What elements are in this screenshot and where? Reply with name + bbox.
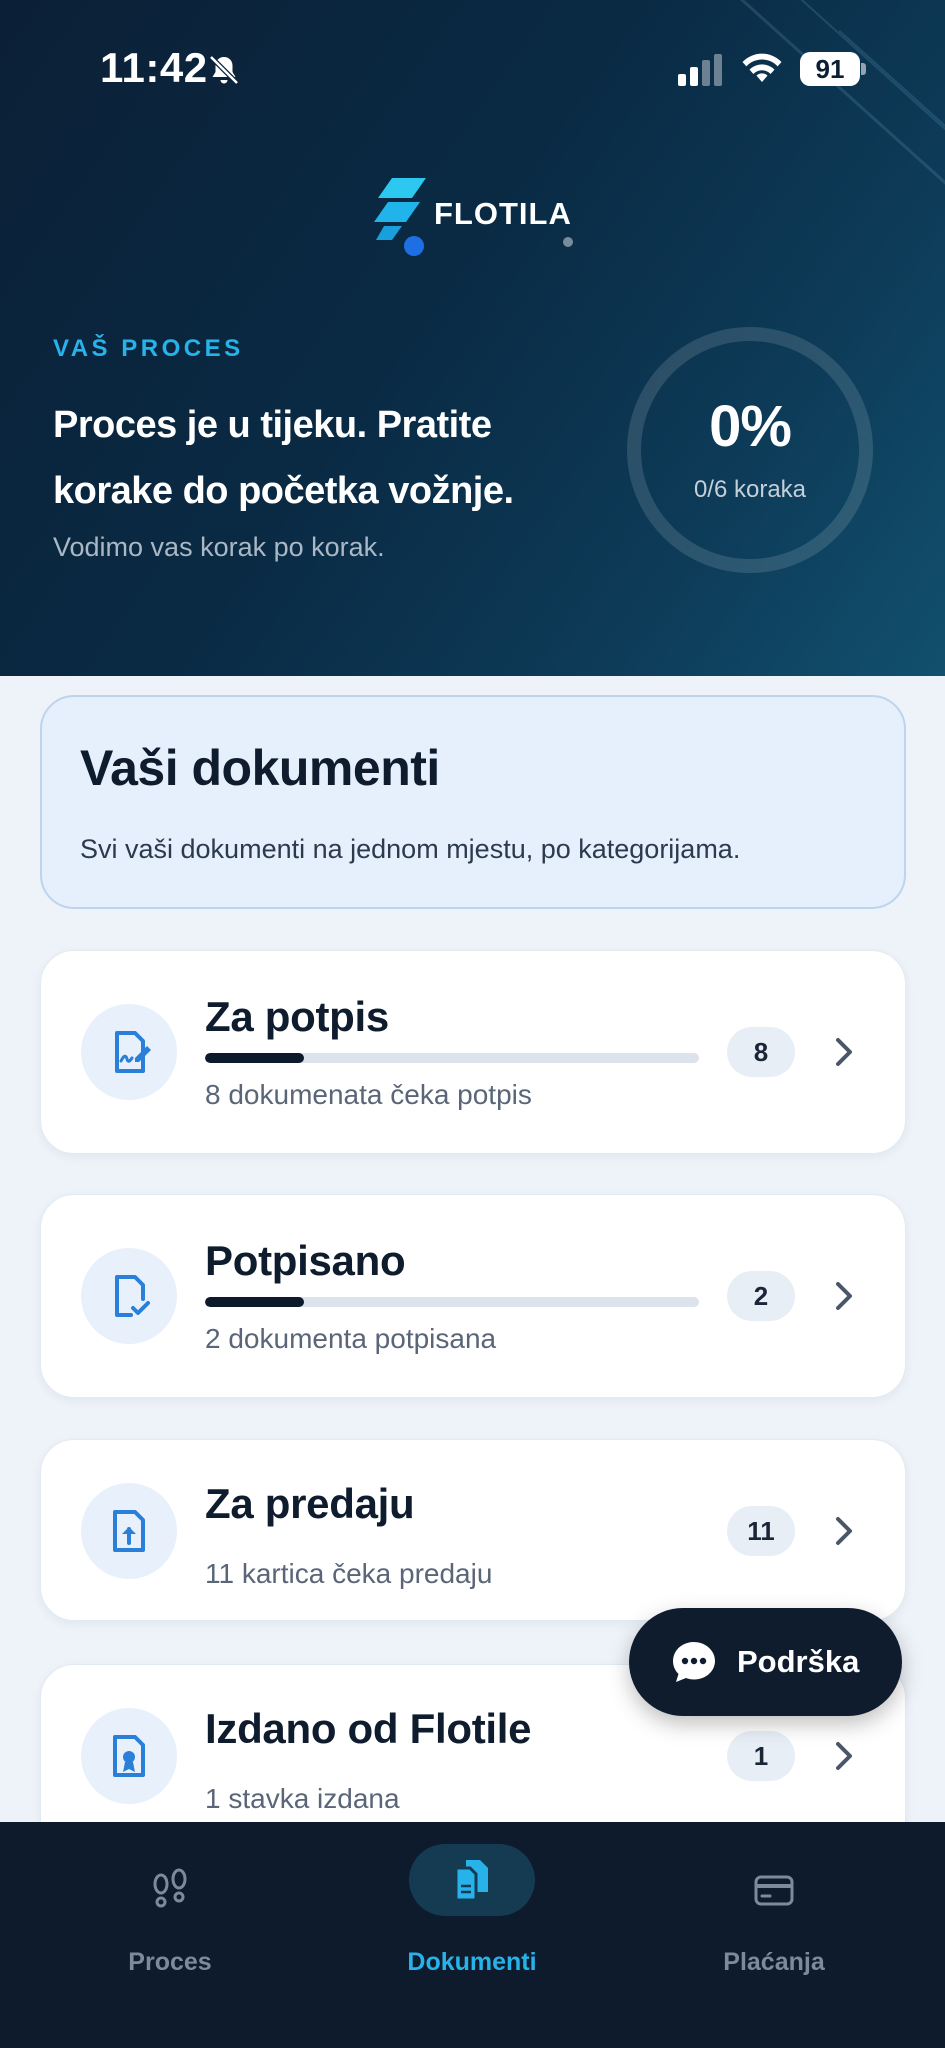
category-icon-circle <box>81 1483 177 1579</box>
documents-subtitle: Svi vaši dokumenti na jednom mjestu, po … <box>80 834 741 864</box>
status-bar: 11:42 91 <box>0 0 945 140</box>
category-description: 1 stavka izdana <box>205 1783 400 1814</box>
category-count-badge: 1 <box>727 1731 795 1781</box>
chat-bubble-icon <box>673 1642 715 1682</box>
category-count-badge: 8 <box>727 1027 795 1077</box>
progress-steps: 0/6 koraka <box>693 476 807 503</box>
category-description: 8 dokumenata čeka potpis <box>205 1079 532 1110</box>
certificate-document-icon <box>113 1735 145 1777</box>
category-card-za-predaju[interactable]: Za predaju 11 kartica čeka predaju 11 <box>40 1439 906 1621</box>
signed-document-icon <box>115 1275 150 1317</box>
category-progress-fill <box>205 1297 304 1307</box>
tab-label: Plaćanja <box>723 1948 825 1976</box>
battery-tip <box>861 63 866 75</box>
footsteps-icon <box>153 1868 187 1908</box>
cellular-signal-icon <box>678 54 722 86</box>
process-subtitle: Vodimo vas korak po korak. <box>53 532 385 562</box>
category-icon-circle <box>81 1004 177 1100</box>
documents-intro-card: Vaši dokumenti Svi vaši dokumenti na jed… <box>40 695 906 909</box>
wifi-icon <box>742 53 782 82</box>
category-title: Za potpis <box>205 993 389 1040</box>
process-eyebrow: VAŠ PROCES <box>53 335 244 362</box>
category-card-za-potpis[interactable]: Za potpis 8 dokumenata čeka potpis 8 <box>40 950 906 1154</box>
category-title: Izdano od Flotile <box>205 1705 532 1752</box>
chevron-right-icon <box>836 1742 852 1770</box>
category-title: Potpisano <box>205 1237 406 1284</box>
battery-indicator: 91 <box>800 52 866 86</box>
category-title: Za predaju <box>205 1480 415 1527</box>
category-description: 2 dokumenta potpisana <box>205 1323 497 1354</box>
chevron-right-icon <box>836 1282 852 1310</box>
chevron-right-icon <box>836 1038 852 1066</box>
category-count-badge: 11 <box>727 1506 795 1556</box>
chevron-right-icon <box>836 1517 852 1545</box>
battery-level: 91 <box>800 52 860 86</box>
bell-muted-icon <box>209 55 239 85</box>
support-button[interactable]: Podrška <box>629 1608 902 1716</box>
category-description: 11 kartica čeka predaju <box>205 1558 493 1589</box>
category-progress-fill <box>205 1053 304 1063</box>
support-label: Podrška <box>737 1644 860 1679</box>
signature-document-icon <box>115 1031 151 1073</box>
tab-placanja[interactable]: Plaćanja <box>654 1844 894 1994</box>
progress-percent: 0% <box>709 394 792 459</box>
documents-title: Vaši dokumenti <box>80 740 440 796</box>
credit-card-icon <box>754 1875 794 1906</box>
brand-name: FLOTILA <box>434 196 572 231</box>
category-progress-bar <box>205 1297 699 1307</box>
tab-label: Dokumenti <box>407 1948 537 1976</box>
tab-proces[interactable]: Proces <box>50 1844 290 1994</box>
bottom-navigation: Proces Dokumenti Plaćanja <box>0 1822 945 2048</box>
category-icon-circle <box>81 1708 177 1804</box>
upload-document-icon <box>113 1510 145 1552</box>
category-count-badge: 2 <box>727 1271 795 1321</box>
category-card-potpisano[interactable]: Potpisano 2 dokumenta potpisana 2 <box>40 1194 906 1398</box>
status-time: 11:42 <box>100 44 208 91</box>
category-progress-bar <box>205 1053 699 1063</box>
tab-dokumenti[interactable]: Dokumenti <box>352 1844 592 1994</box>
documents-icon <box>454 1860 488 1902</box>
tab-label: Proces <box>128 1948 212 1976</box>
category-icon-circle <box>81 1248 177 1344</box>
process-title: Proces je u tijeku. Pratite korake do po… <box>53 404 514 512</box>
process-header: 11:42 91 FLOTILA VAŠ PROCES Proces je u … <box>0 0 945 676</box>
